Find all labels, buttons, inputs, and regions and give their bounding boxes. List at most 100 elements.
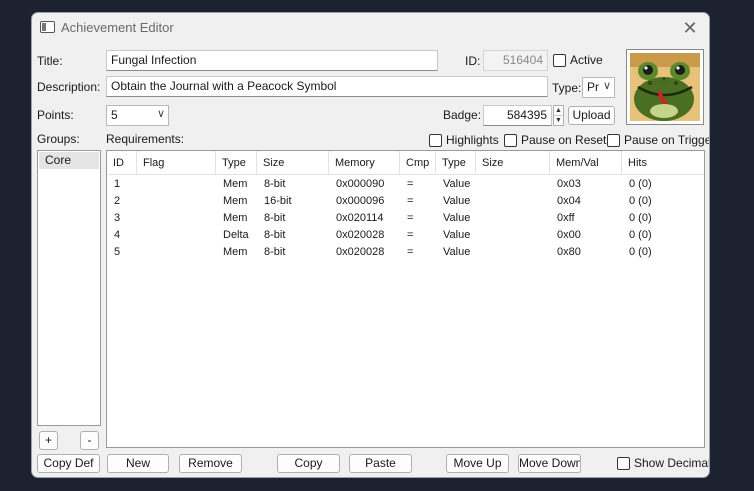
table-row[interactable]: 2 Mem 16-bit 0x000096 = Value 0x04 0 (0) [107, 193, 704, 210]
pause-on-reset-checkbox-box[interactable] [504, 133, 517, 147]
requirements-table[interactable]: ID Flag Type Size Memory Cmp Type Size M… [106, 150, 705, 448]
cell-flag [137, 176, 144, 193]
pause-on-trigger-checkbox-box[interactable] [607, 133, 620, 147]
cell-mem-val: 0x00 [557, 229, 581, 241]
move-down-button[interactable]: Move Down [518, 454, 581, 473]
id-label: ID: [465, 54, 481, 68]
col-header-type[interactable]: Type [216, 151, 257, 175]
col-header-mem-val[interactable]: Mem/Val [550, 151, 622, 175]
cell-hits: 0 (0) [629, 246, 652, 258]
type-label: Type: [552, 81, 582, 95]
groups-list[interactable]: Core [37, 150, 101, 426]
col-header-size[interactable]: Size [257, 151, 329, 175]
col-header-id[interactable]: ID [107, 151, 137, 175]
close-icon[interactable]: ✕ [677, 16, 703, 40]
move-up-button[interactable]: Move Up [446, 454, 509, 473]
cell-size: 8-bit [264, 246, 286, 258]
show-decimal-checkbox-box[interactable] [617, 456, 630, 470]
cell-size: 8-bit [264, 178, 286, 190]
cell-hits: 0 (0) [629, 195, 652, 207]
remove-group-button[interactable]: - [80, 431, 99, 450]
cell-id: 4 [114, 229, 121, 241]
type-select[interactable]: Pr ∨ [582, 77, 615, 98]
remove-button[interactable]: Remove [179, 454, 242, 473]
table-row[interactable]: 3 Mem 8-bit 0x020114 = Value 0xff 0 (0) [107, 210, 704, 227]
copy-button[interactable]: Copy [277, 454, 340, 473]
title-bar[interactable]: Achievement Editor ✕ [32, 13, 709, 43]
cell-cmp: = [407, 212, 414, 224]
cell-size: 8-bit [264, 229, 286, 241]
cell-type-2: Value [443, 212, 471, 224]
cell-mem-val: 0x03 [557, 178, 581, 190]
group-item-core[interactable]: Core [39, 152, 99, 169]
badge-input[interactable]: 584395 [483, 105, 552, 126]
spin-up-icon[interactable]: ▲ [554, 106, 563, 115]
cell-type: Delta [223, 229, 249, 241]
type-select-value: Pr [587, 80, 599, 94]
cell-memory: 0x000096 [336, 195, 385, 207]
cell-type: Mem [223, 195, 248, 207]
points-select-value: 5 [111, 108, 118, 122]
cell-flag [137, 244, 144, 261]
table-row[interactable]: 5 Mem 8-bit 0x020028 = Value 0x80 0 (0) [107, 244, 704, 261]
cell-id: 5 [114, 246, 121, 258]
upload-button[interactable]: Upload [568, 106, 615, 125]
cell-type-2: Value [443, 178, 471, 190]
pause-on-trigger-checkbox[interactable]: Pause on Trigger [607, 133, 710, 147]
cell-mem-val: 0x04 [557, 195, 581, 207]
points-select[interactable]: 5 ∨ [106, 105, 169, 126]
title-label: Title: [37, 54, 63, 68]
table-row[interactable]: 1 Mem 8-bit 0x000090 = Value 0x03 0 (0) [107, 176, 704, 193]
requirements-header: ID Flag Type Size Memory Cmp Type Size M… [107, 151, 704, 175]
pause-on-trigger-label: Pause on Trigger [624, 133, 710, 147]
cell-type: Mem [223, 178, 248, 190]
col-header-cmp[interactable]: Cmp [400, 151, 436, 175]
requirements-label: Requirements: [106, 132, 185, 146]
cell-flag [137, 193, 144, 210]
col-header-memory[interactable]: Memory [329, 151, 400, 175]
cell-memory: 0x000090 [336, 178, 385, 190]
cell-flag [137, 227, 144, 244]
cell-cmp: = [407, 195, 414, 207]
highlights-checkbox-box[interactable] [429, 133, 442, 147]
cell-hits: 0 (0) [629, 229, 652, 241]
col-header-size-2[interactable]: Size [476, 151, 550, 175]
paste-button[interactable]: Paste [349, 454, 412, 473]
groups-label: Groups: [37, 132, 80, 146]
cell-cmp: = [407, 246, 414, 258]
col-header-type-2[interactable]: Type [436, 151, 476, 175]
col-header-flag[interactable]: Flag [137, 151, 216, 175]
description-input[interactable]: Obtain the Journal with a Peacock Symbol [106, 76, 548, 97]
table-row[interactable]: 4 Delta 8-bit 0x020028 = Value 0x00 0 (0) [107, 227, 704, 244]
show-decimal-label: Show Decimal [634, 456, 710, 470]
cell-size: 8-bit [264, 212, 286, 224]
active-checkbox-box[interactable] [553, 53, 566, 67]
cell-mem-val: 0x80 [557, 246, 581, 258]
active-checkbox[interactable]: Active [553, 53, 603, 67]
cell-mem-val: 0xff [557, 212, 575, 224]
cell-size-2 [476, 193, 483, 210]
pause-on-reset-checkbox[interactable]: Pause on Reset [504, 133, 606, 147]
badge-label: Badge: [443, 108, 482, 122]
highlights-checkbox[interactable]: Highlights [429, 133, 499, 147]
achievement-editor-window: Achievement Editor ✕ Title: Fungal Infec… [31, 12, 710, 478]
frog-badge-icon [630, 53, 700, 121]
add-group-button[interactable]: + [39, 431, 58, 450]
cell-hits: 0 (0) [629, 212, 652, 224]
show-decimal-checkbox[interactable]: Show Decimal [617, 456, 710, 470]
copy-def-button[interactable]: Copy Def [37, 454, 100, 473]
spin-down-icon[interactable]: ▼ [554, 115, 563, 124]
title-input[interactable]: Fungal Infection [106, 50, 438, 71]
cell-size-2 [476, 176, 483, 193]
new-button[interactable]: New [107, 454, 169, 473]
active-checkbox-label: Active [570, 53, 603, 67]
cell-cmp: = [407, 229, 414, 241]
cell-type: Mem [223, 212, 248, 224]
badge-spinner[interactable]: ▲ ▼ [553, 105, 564, 126]
requirements-rows: 1 Mem 8-bit 0x000090 = Value 0x03 0 (0) 2 Mem 16-b… [107, 176, 704, 261]
window-title: Achievement Editor [61, 20, 174, 35]
cell-memory: 0x020028 [336, 246, 385, 258]
col-header-hits[interactable]: Hits [622, 151, 706, 175]
cell-type-2: Value [443, 229, 471, 241]
highlights-label: Highlights [446, 133, 499, 147]
